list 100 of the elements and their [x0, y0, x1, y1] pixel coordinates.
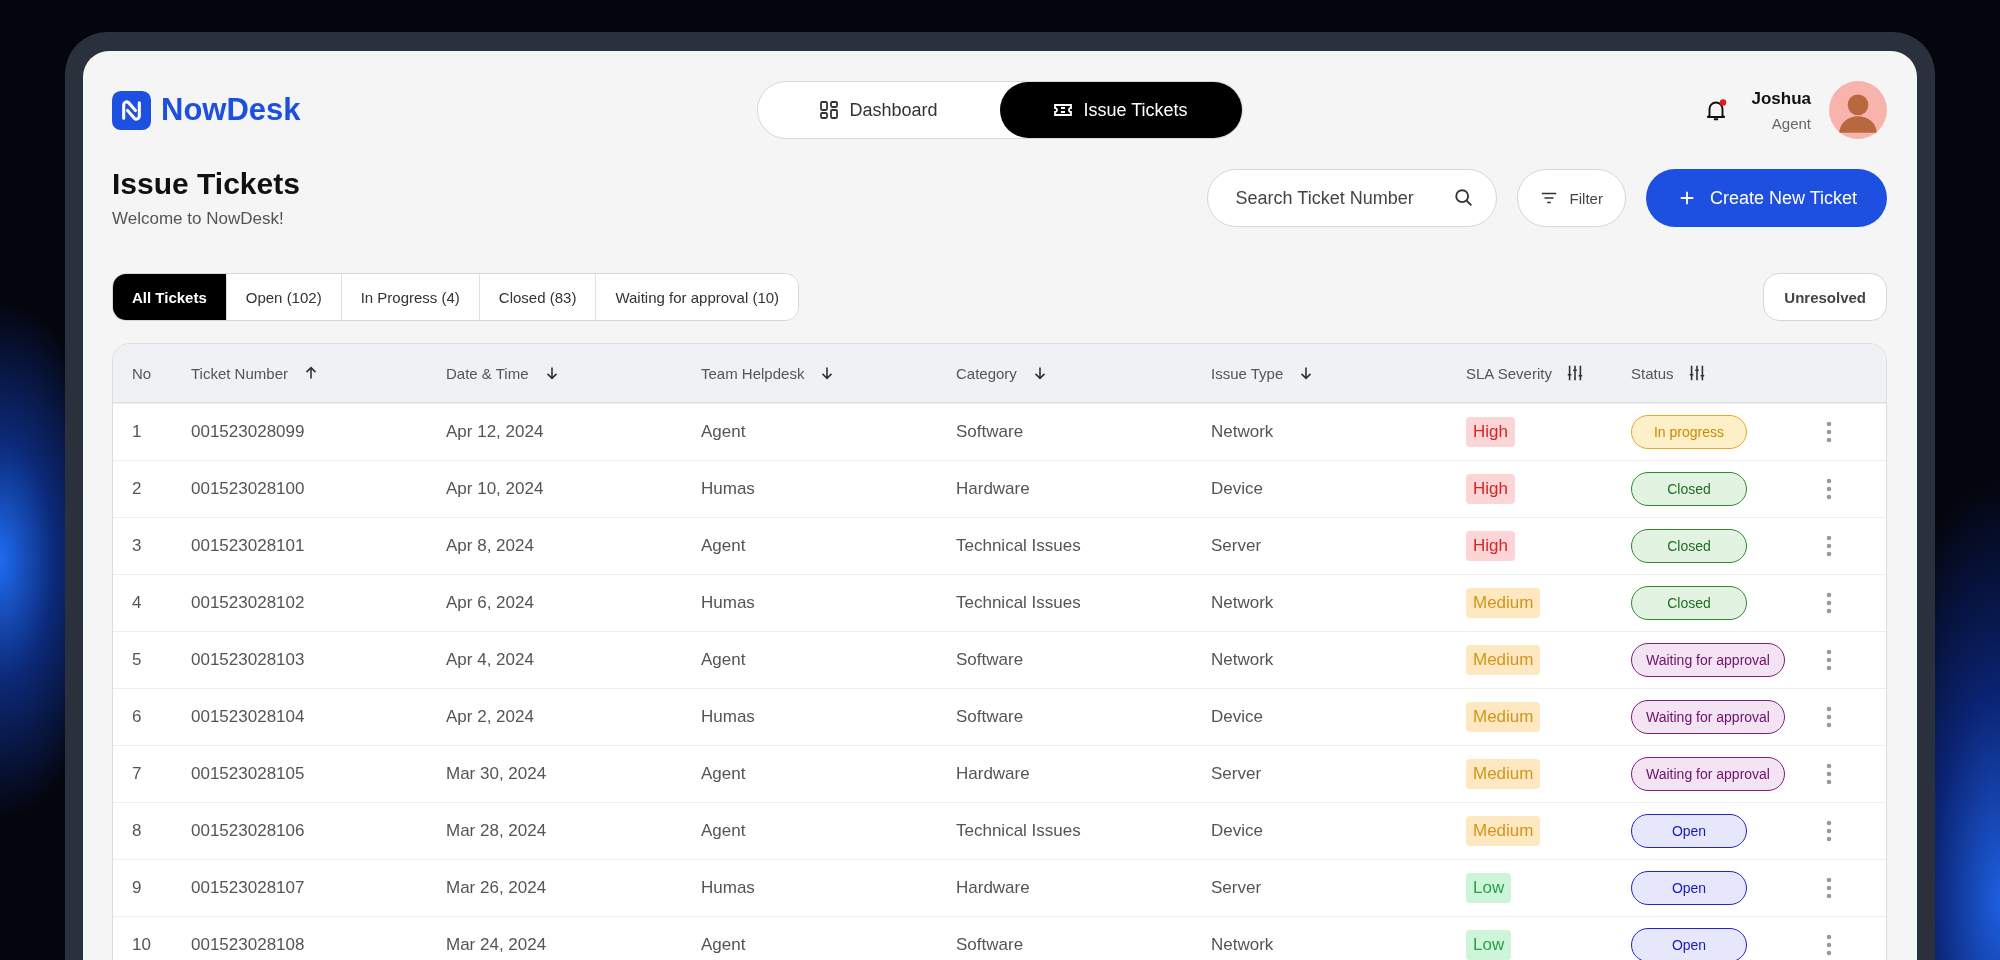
more-icon[interactable] [1826, 877, 1832, 899]
table-cell-text: 7 [132, 764, 143, 784]
table-cell-text: 001523028102 [191, 593, 306, 613]
table-cell-text: Mar 28, 2024 [446, 821, 548, 841]
table-cell-text: Software [956, 935, 1025, 955]
status-badge: Closed [1631, 472, 1747, 506]
table-cell-text: 001523028105 [191, 764, 306, 784]
column-header[interactable]: No [132, 364, 152, 382]
table-cell-text: Server [1211, 878, 1263, 898]
more-icon[interactable] [1826, 478, 1832, 500]
severity-badge: Medium [1466, 759, 1541, 789]
table-cell-text: 3 [132, 536, 143, 556]
table-cell-text: Humas [701, 479, 756, 499]
search-field[interactable]: Search Ticket Number [1206, 169, 1497, 227]
table-cell-text: Apr 4, 2024 [446, 650, 535, 670]
table-cell-text: Technical Issues [956, 536, 1082, 556]
more-icon[interactable] [1826, 763, 1832, 785]
table-cell-text: 9 [132, 878, 143, 898]
avatar[interactable] [1829, 81, 1887, 139]
column-header[interactable]: SLA Severity [1466, 364, 1552, 382]
table-cell-text: 5 [132, 650, 143, 670]
nav-tab[interactable]: Issue Tickets [999, 82, 1242, 138]
table-cell-text: Device [1211, 479, 1264, 499]
severity-badge: High [1466, 531, 1515, 561]
table-cell-text: Humas [701, 878, 756, 898]
table-cell-text: 001523028107 [191, 878, 306, 898]
table-cell-text: Network [1211, 650, 1275, 670]
table-cell-text: 2 [132, 479, 143, 499]
table-cell-text: 001523028101 [191, 536, 306, 556]
more-icon[interactable] [1826, 706, 1832, 728]
more-icon[interactable] [1826, 820, 1832, 842]
column-header[interactable]: Ticket Number [191, 364, 288, 382]
table-cell-text: Network [1211, 422, 1275, 442]
table-cell-text: 001523028106 [191, 821, 306, 841]
more-icon[interactable] [1826, 421, 1832, 443]
table-cell-text: Mar 24, 2024 [446, 935, 548, 955]
table-cell-text: 1 [132, 422, 143, 442]
severity-badge: High [1466, 417, 1515, 447]
table-cell-text: 001523028100 [191, 479, 306, 499]
table-cell-text: Server [1211, 536, 1263, 556]
column-header[interactable]: Team Helpdesk [701, 364, 805, 382]
sliders-icon[interactable] [1687, 364, 1706, 382]
nav-tab[interactable]: Dashboard [757, 82, 1000, 138]
table-cell-text: Apr 12, 2024 [446, 422, 545, 442]
table-cell-text: 001523028108 [191, 935, 306, 955]
status-badge: Open [1631, 814, 1747, 848]
severity-badge: Medium [1466, 702, 1541, 732]
table-cell-text: Mar 30, 2024 [446, 764, 548, 784]
table-cell-text: Technical Issues [956, 821, 1082, 841]
column-header[interactable]: Status [1631, 364, 1674, 382]
table-cell-text: Network [1211, 935, 1275, 955]
table-cell-text: Agent [701, 935, 747, 955]
table-cell-text: Apr 8, 2024 [446, 536, 535, 556]
filter-button[interactable]: Filter [1516, 169, 1626, 227]
status-badge: Closed [1631, 529, 1747, 563]
table-cell-text: Humas [701, 707, 756, 727]
table-cell-text: Mar 26, 2024 [446, 878, 548, 898]
severity-badge: High [1466, 474, 1515, 504]
table-cell-text: 001523028104 [191, 707, 306, 727]
status-badge: Open [1631, 928, 1747, 960]
create-button[interactable]: Create New Ticket [1645, 169, 1887, 227]
search-icon [1452, 187, 1475, 209]
column-header[interactable]: Category [956, 364, 1017, 382]
table-cell-text: Software [956, 422, 1025, 442]
unresolved-button[interactable]: Unresolved [1763, 273, 1887, 321]
severity-badge: Low [1466, 930, 1512, 960]
table-cell-text: Agent [701, 650, 747, 670]
table-cell-text: 6 [132, 707, 143, 727]
table-cell-text: 4 [132, 593, 143, 613]
table-cell-text: Technical Issues [956, 593, 1082, 613]
more-icon[interactable] [1826, 649, 1832, 671]
status-badge: Closed [1631, 586, 1747, 620]
table-cell-text: Network [1211, 593, 1275, 613]
table-cell-text: 001523028103 [191, 650, 306, 670]
table-cell-text: Apr 6, 2024 [446, 593, 535, 613]
filter-tab[interactable]: All Tickets [113, 274, 226, 320]
user-name: Joshua [1751, 88, 1811, 109]
table-cell-text: Hardware [956, 764, 1031, 784]
table-cell-text: Device [1211, 821, 1264, 841]
more-icon[interactable] [1826, 934, 1832, 956]
status-badge: Waiting for approval [1631, 643, 1785, 677]
table-cell-text: Humas [701, 593, 756, 613]
status-badge: Waiting for approval [1631, 757, 1785, 791]
column-header[interactable]: Issue Type [1211, 364, 1284, 382]
table-cell-text: Device [1211, 707, 1264, 727]
table-cell-text: Apr 10, 2024 [446, 479, 545, 499]
filter-tab[interactable]: Waiting for approval (10) [595, 274, 799, 320]
sliders-icon[interactable] [1565, 364, 1584, 382]
brand-name: NowDesk [161, 92, 301, 128]
more-icon[interactable] [1826, 535, 1832, 557]
table-cell-text: Server [1211, 764, 1263, 784]
table-cell-text: Hardware [956, 878, 1031, 898]
more-icon[interactable] [1826, 592, 1832, 614]
page-subtitle: Welcome to NowDesk! [112, 209, 285, 229]
table-cell-text: Software [956, 650, 1025, 670]
severity-badge: Medium [1466, 645, 1541, 675]
column-header[interactable]: Date & Time [446, 364, 529, 382]
severity-badge: Medium [1466, 816, 1541, 846]
status-badge: Waiting for approval [1631, 700, 1785, 734]
status-badge: Open [1631, 871, 1747, 905]
